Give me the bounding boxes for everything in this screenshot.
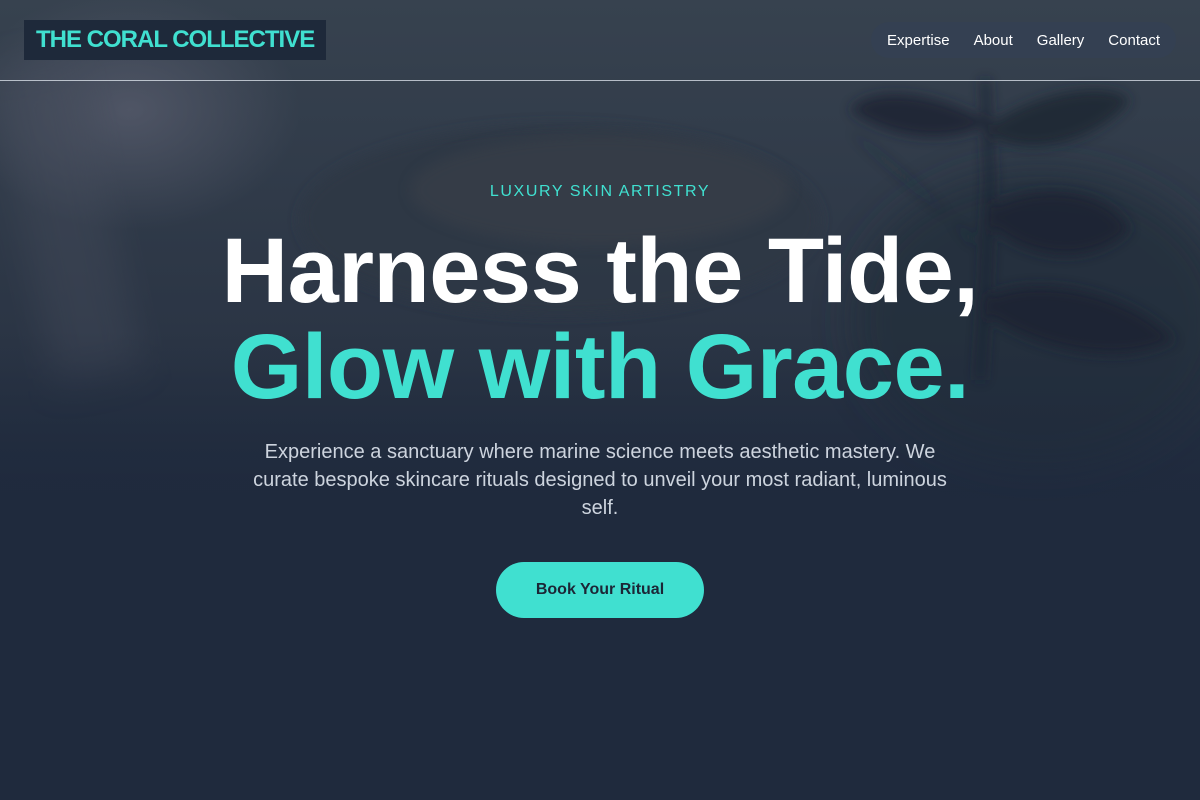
site-header: THE CORAL COLLECTIVE Expertise About Gal… [0,0,1200,81]
hero-description: Experience a sanctuary where marine scie… [253,441,947,519]
main-nav: Expertise About Gallery Contact [871,22,1176,58]
nav-link-expertise[interactable]: Expertise [887,32,950,49]
hero-headline-line-1: Harness the Tide, [221,220,979,322]
nav-link-gallery[interactable]: Gallery [1037,32,1085,49]
brand-logo[interactable]: THE CORAL COLLECTIVE [24,20,327,60]
hero-headline-line-2: Glow with Grace. [230,316,970,418]
hero-section: LUXURY SKIN ARTISTRY Harness the Tide, G… [0,81,1200,800]
nav-link-about[interactable]: About [974,32,1013,49]
book-ritual-button[interactable]: Book Your Ritual [496,562,704,618]
hero-eyebrow: LUXURY SKIN ARTISTRY [489,183,711,200]
nav-link-contact[interactable]: Contact [1108,32,1160,49]
